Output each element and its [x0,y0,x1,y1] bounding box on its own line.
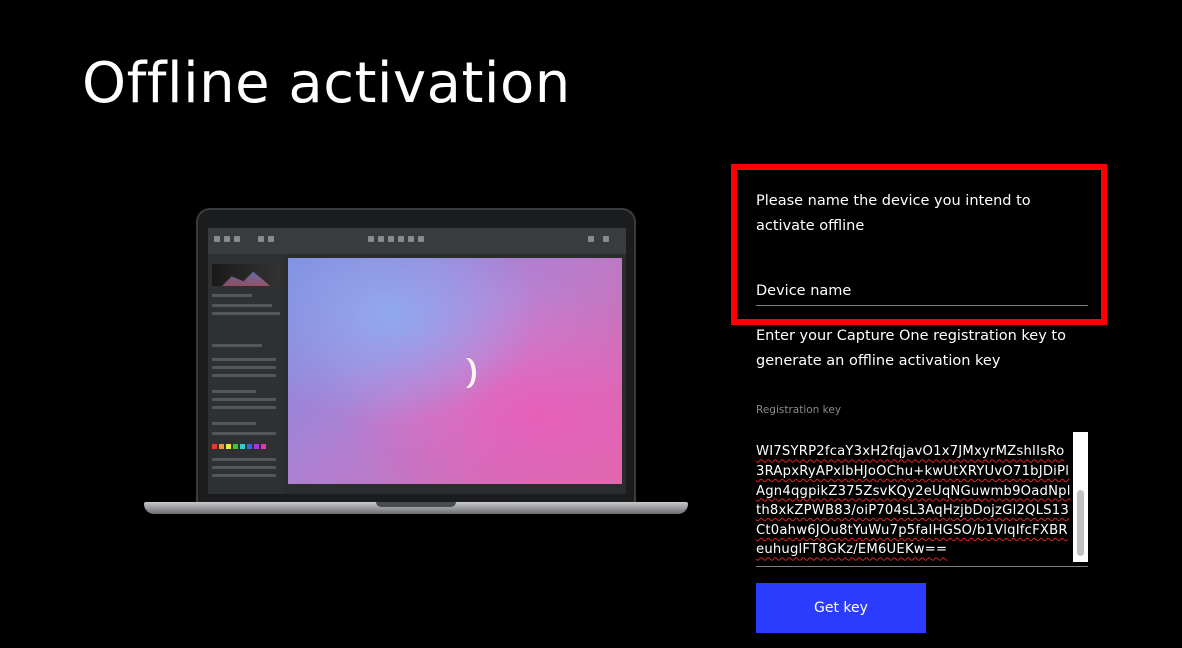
registration-key-label: Registration key [756,404,842,416]
scrollbar-thumb[interactable] [1077,490,1084,556]
color-swatches [212,444,266,449]
crescent-moon [456,358,472,388]
registration-key-scrollbar[interactable] [1073,432,1088,562]
registration-key-value[interactable]: WI7SYRP2fcaY3xH2fqjavO1x7JMxyrMZshIIsRo3… [756,442,1072,560]
app-toolbar [208,228,626,254]
device-name-input[interactable] [756,276,1088,306]
device-prompt: Please name the device you intend to act… [756,193,1031,234]
registration-prompt: Enter your Capture One registration key … [756,328,1066,369]
get-key-button[interactable]: Get key [756,583,926,633]
page-title: Offline activation [82,51,571,116]
laptop-lid [196,208,636,504]
histogram [212,264,280,286]
app-tool-panel [208,254,284,494]
laptop-illustration [144,206,688,522]
sky-photo [288,258,622,484]
registration-key-textarea[interactable]: WI7SYRP2fcaY3xH2fqjavO1x7JMxyrMZshIIsRo3… [756,432,1088,567]
laptop-screen [208,228,626,494]
laptop-notch [376,502,456,507]
